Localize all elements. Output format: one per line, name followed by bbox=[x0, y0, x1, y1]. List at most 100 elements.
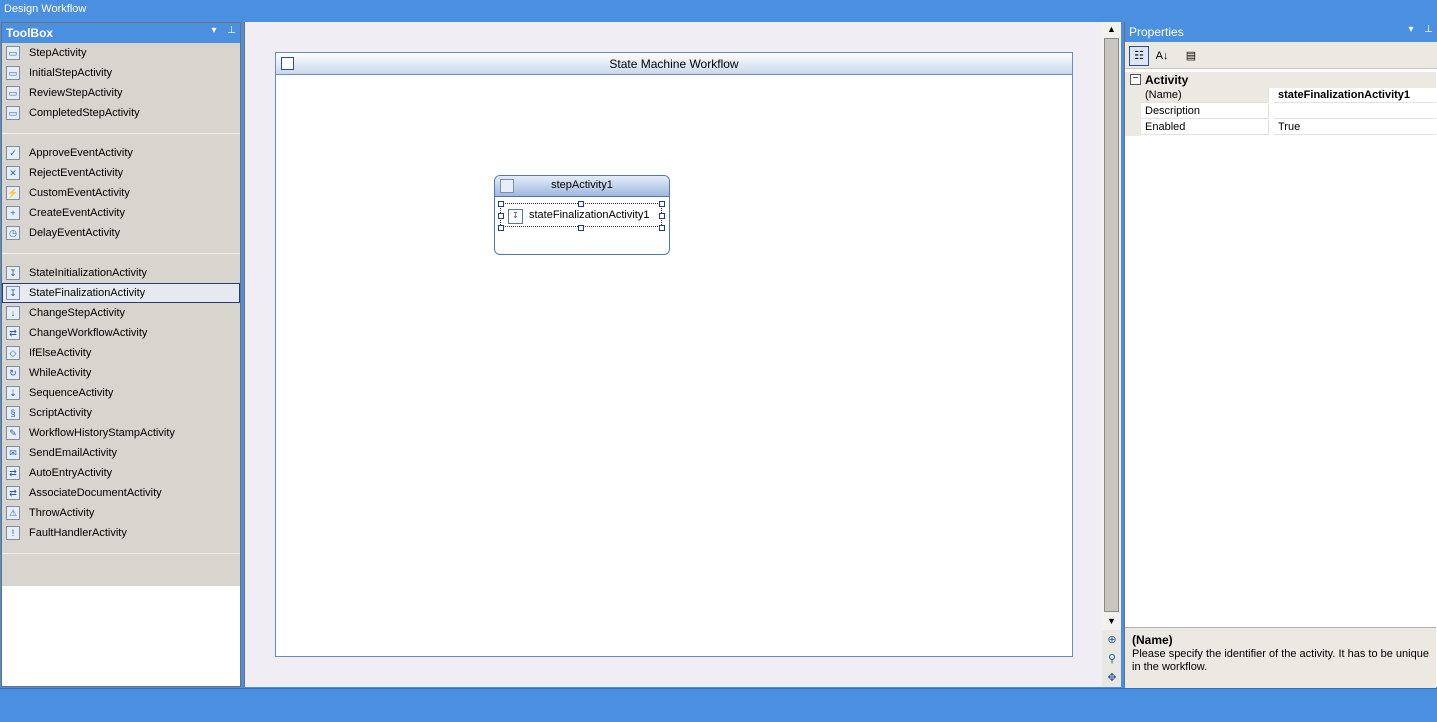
toolbox-item-label: SendEmailActivity bbox=[29, 447, 118, 459]
toolbox-item[interactable]: ▭ InitialStepActivity bbox=[2, 63, 240, 83]
toolbox-separator bbox=[2, 553, 240, 554]
selection-handle[interactable] bbox=[578, 201, 584, 207]
toolbox-item-label: InitialStepActivity bbox=[29, 67, 113, 79]
property-value[interactable]: True bbox=[1274, 120, 1436, 135]
selection-handle[interactable] bbox=[498, 201, 504, 207]
selection-handle[interactable] bbox=[498, 213, 504, 219]
help-text: Please specify the identifier of the act… bbox=[1132, 648, 1429, 673]
collapse-icon[interactable]: − bbox=[1130, 74, 1141, 85]
history-stamp-icon: ✎ bbox=[6, 426, 20, 440]
toolbox-item[interactable]: ! FaultHandlerActivity bbox=[2, 523, 240, 543]
toolbox-item-label: WhileActivity bbox=[29, 367, 92, 379]
property-category[interactable]: − Activity bbox=[1125, 72, 1436, 88]
scroll-up-icon[interactable]: ▲ bbox=[1104, 22, 1119, 37]
delay-event-icon: ◷ bbox=[6, 226, 20, 240]
if-else-icon: ◇ bbox=[6, 346, 20, 360]
toolbox-separator bbox=[2, 133, 240, 134]
toolbox-item[interactable]: ✎ WorkflowHistoryStampActivity bbox=[2, 423, 240, 443]
property-row[interactable]: Description bbox=[1125, 104, 1436, 120]
step-icon: ▭ bbox=[6, 46, 20, 60]
toolbox-item-label: StepActivity bbox=[29, 47, 87, 59]
toolbox-item-label: AssociateDocumentActivity bbox=[29, 487, 162, 499]
scroll-down-icon[interactable]: ▼ bbox=[1104, 614, 1119, 629]
toolbox-pin-icon[interactable]: ⊥ bbox=[227, 25, 236, 36]
properties-pin-icon[interactable]: ⊥ bbox=[1424, 24, 1433, 35]
toolbox-item[interactable]: ⚠ ThrowActivity bbox=[2, 503, 240, 523]
toolbox-item[interactable]: ◷ DelayEventActivity bbox=[2, 223, 240, 243]
state-finalization-icon: ↧ bbox=[6, 286, 20, 300]
auto-entry-icon: ⇄ bbox=[6, 466, 20, 480]
selection-handle[interactable] bbox=[659, 225, 665, 231]
toolbox-item[interactable]: ✓ ApproveEventActivity bbox=[2, 143, 240, 163]
selection-handle[interactable] bbox=[498, 225, 504, 231]
toolbox-item[interactable]: ▭ StepActivity bbox=[2, 43, 240, 63]
toolbox-item-label: ThrowActivity bbox=[29, 507, 95, 519]
create-event-icon: + bbox=[6, 206, 20, 220]
property-row-gutter bbox=[1125, 104, 1141, 120]
toolbox-item[interactable]: + CreateEventActivity bbox=[2, 203, 240, 223]
properties-header: Properties ▾ ⊥ bbox=[1125, 22, 1437, 42]
reject-event-icon: ✕ bbox=[6, 166, 20, 180]
alphabetical-icon[interactable]: A↓ bbox=[1152, 46, 1172, 66]
property-name: (Name) bbox=[1141, 88, 1269, 103]
associate-document-icon: ⇄ bbox=[6, 486, 20, 500]
toolbox-item-label: ChangeStepActivity bbox=[29, 307, 125, 319]
change-step-icon: ↓ bbox=[6, 306, 20, 320]
initial-step-icon: ▭ bbox=[6, 66, 20, 80]
toolbox-item-label: WorkflowHistoryStampActivity bbox=[29, 427, 175, 439]
step-activity-title: stepActivity1 bbox=[551, 179, 613, 191]
zoom-icon[interactable]: ⊕ bbox=[1105, 633, 1119, 647]
properties-dropdown-icon[interactable]: ▾ bbox=[1408, 24, 1413, 35]
property-pages-icon[interactable]: ▤ bbox=[1181, 46, 1201, 66]
property-row[interactable]: (Name) stateFinalizationActivity1 bbox=[1125, 88, 1436, 104]
toolbox-item[interactable]: ✉ SendEmailActivity bbox=[2, 443, 240, 463]
selection-handle[interactable] bbox=[578, 225, 584, 231]
script-icon: § bbox=[6, 406, 20, 420]
toolbox-item[interactable]: ↧ StateFinalizationActivity bbox=[2, 283, 240, 303]
properties-toolbar: ☷ A↓ ▤ bbox=[1125, 42, 1437, 69]
toolbox-dropdown-icon[interactable]: ▾ bbox=[211, 25, 216, 36]
toolbox-item[interactable]: § ScriptActivity bbox=[2, 403, 240, 423]
categorized-icon[interactable]: ☷ bbox=[1129, 46, 1149, 66]
toolbox-item[interactable]: ⇄ AssociateDocumentActivity bbox=[2, 483, 240, 503]
workflow-title: State Machine Workflow bbox=[609, 57, 739, 71]
toolbox-item[interactable]: ↧ StateInitializationActivity bbox=[2, 263, 240, 283]
scrollbar-thumb[interactable] bbox=[1104, 38, 1119, 612]
toolbox-item[interactable]: ▭ ReviewStepActivity bbox=[2, 83, 240, 103]
toolbox-item-label: ReviewStepActivity bbox=[29, 87, 123, 99]
property-row[interactable]: Enabled True bbox=[1125, 120, 1436, 136]
status-bar bbox=[0, 688, 1437, 722]
workflow-header: State Machine Workflow bbox=[276, 53, 1072, 75]
find-icon[interactable]: ⚲ bbox=[1105, 652, 1119, 666]
selection-handle[interactable] bbox=[659, 201, 665, 207]
designer-vertical-scrollbar[interactable]: ▲ ▼ bbox=[1102, 22, 1121, 630]
toolbox-item[interactable]: ◇ IfElseActivity bbox=[2, 343, 240, 363]
state-initialization-icon: ↧ bbox=[6, 266, 20, 280]
while-icon: ↻ bbox=[6, 366, 20, 380]
toolbox-item[interactable]: ⇄ AutoEntryActivity bbox=[2, 463, 240, 483]
toolbox-item[interactable]: ✕ RejectEventActivity bbox=[2, 163, 240, 183]
fault-handler-icon: ! bbox=[6, 526, 20, 540]
selection-handle[interactable] bbox=[659, 213, 665, 219]
custom-event-icon: ⚡ bbox=[6, 186, 20, 200]
designer-side-tools: ⊕ ⚲ ✥ bbox=[1102, 630, 1121, 687]
toolbox-panel: ToolBox ▾ ⊥ ▭ StepActivity ▭ InitialStepAct… bbox=[1, 22, 241, 687]
property-value[interactable] bbox=[1274, 104, 1436, 119]
toolbox-item[interactable]: ⇄ ChangeWorkflowActivity bbox=[2, 323, 240, 343]
toolbox-item[interactable]: ↓ ChangeStepActivity bbox=[2, 303, 240, 323]
toolbox-item[interactable]: ⇣ SequenceActivity bbox=[2, 383, 240, 403]
toolbox-item-label: StateFinalizationActivity bbox=[29, 287, 146, 299]
toolbox-item-label: ScriptActivity bbox=[29, 407, 92, 419]
pan-icon[interactable]: ✥ bbox=[1105, 671, 1119, 685]
toolbox-separator bbox=[2, 253, 240, 254]
toolbox-title: ToolBox bbox=[6, 26, 54, 40]
toolbox-list: ▭ StepActivity ▭ InitialStepActivity ▭ Review… bbox=[2, 43, 240, 586]
toolbox-item[interactable]: ⚡ CustomEventActivity bbox=[2, 183, 240, 203]
toolbox-item[interactable]: ↻ WhileActivity bbox=[2, 363, 240, 383]
state-finalization-label: stateFinalizationActivity1 bbox=[529, 209, 650, 221]
toolbox-item[interactable]: ▭ CompletedStepActivity bbox=[2, 103, 240, 123]
state-machine-workflow[interactable]: State Machine Workflow bbox=[275, 52, 1073, 657]
property-value[interactable]: stateFinalizationActivity1 bbox=[1274, 88, 1436, 103]
sequence-icon: ⇣ bbox=[6, 386, 20, 400]
step-activity-header: stepActivity1 bbox=[495, 176, 669, 197]
